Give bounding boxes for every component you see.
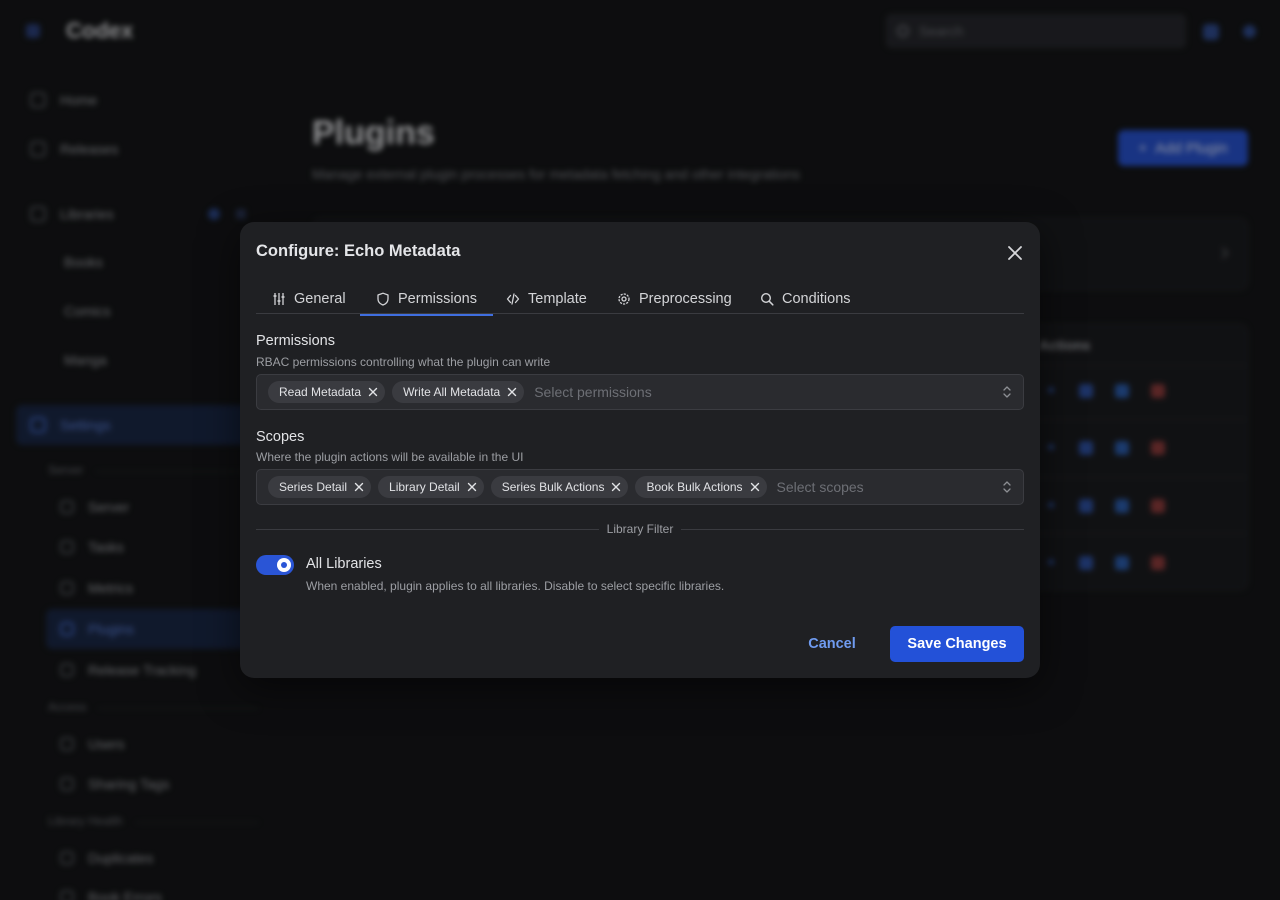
remove-pill-button[interactable] bbox=[610, 481, 622, 493]
scopes-search-input[interactable] bbox=[776, 479, 907, 495]
modal-title: Configure: Echo Metadata bbox=[256, 242, 461, 260]
tab-permissions[interactable]: Permissions bbox=[360, 284, 493, 316]
pill-label: Series Detail bbox=[279, 480, 348, 494]
pill-label: Write All Metadata bbox=[403, 385, 501, 399]
all-libraries-label: All Libraries bbox=[306, 556, 382, 572]
gear-icon bbox=[618, 293, 630, 305]
tab-general[interactable]: General bbox=[272, 284, 346, 314]
scope-pill: Library Detail bbox=[378, 476, 484, 498]
pill-label: Book Bulk Actions bbox=[646, 480, 743, 494]
remove-pill-button[interactable] bbox=[466, 481, 478, 493]
tab-conditions[interactable]: Conditions bbox=[760, 284, 851, 314]
chevron-up-down-icon bbox=[1003, 386, 1011, 398]
toggle-knob bbox=[277, 558, 291, 572]
permissions-description: RBAC permissions controlling what the pl… bbox=[256, 355, 551, 369]
chevron-up-down-icon bbox=[1003, 481, 1011, 493]
tab-label: General bbox=[294, 291, 346, 307]
save-changes-button[interactable]: Save Changes bbox=[890, 626, 1024, 662]
tab-label: Conditions bbox=[782, 291, 851, 307]
remove-pill-button[interactable] bbox=[749, 481, 761, 493]
permissions-search-input[interactable] bbox=[534, 384, 695, 400]
library-filter-divider: Library Filter bbox=[256, 522, 1024, 538]
all-libraries-description: When enabled, plugin applies to all libr… bbox=[306, 579, 725, 593]
permissions-label: Permissions bbox=[256, 333, 335, 349]
tab-label: Template bbox=[528, 291, 587, 307]
search-icon bbox=[760, 292, 774, 306]
close-icon bbox=[750, 482, 759, 492]
pill-label: Series Bulk Actions bbox=[501, 480, 605, 494]
scope-pill: Series Detail bbox=[268, 476, 372, 498]
close-icon bbox=[612, 482, 621, 492]
scopes-multiselect[interactable]: Series Detail Library Detail Series Bulk… bbox=[256, 469, 1024, 505]
permissions-multiselect[interactable]: Read Metadata Write All Metadata bbox=[256, 374, 1024, 410]
remove-pill-button[interactable] bbox=[367, 386, 379, 398]
modal-tabs: General Permissions Template Preprocessi… bbox=[256, 284, 1024, 316]
permission-pill: Write All Metadata bbox=[392, 381, 525, 403]
close-icon bbox=[467, 482, 476, 492]
pill-label: Library Detail bbox=[389, 480, 460, 494]
remove-pill-button[interactable] bbox=[506, 386, 518, 398]
scopes-label: Scopes bbox=[256, 429, 305, 445]
tab-label: Permissions bbox=[398, 291, 477, 307]
shield-icon bbox=[377, 292, 389, 306]
configure-plugin-modal: Configure: Echo Metadata General Permiss… bbox=[240, 222, 1040, 678]
close-icon bbox=[508, 387, 517, 397]
pill-label: Read Metadata bbox=[279, 385, 362, 399]
permission-pill: Read Metadata bbox=[268, 381, 386, 403]
divider-label: Library Filter bbox=[598, 522, 682, 536]
all-libraries-toggle[interactable] bbox=[256, 555, 294, 575]
tab-template[interactable]: Template bbox=[506, 284, 587, 314]
remove-pill-button[interactable] bbox=[353, 481, 365, 493]
tab-label: Preprocessing bbox=[639, 291, 732, 307]
tab-preprocessing[interactable]: Preprocessing bbox=[617, 284, 732, 314]
cancel-button[interactable]: Cancel bbox=[790, 626, 874, 662]
scopes-description: Where the plugin actions will be availab… bbox=[256, 450, 524, 464]
close-button[interactable] bbox=[1004, 242, 1026, 264]
scope-pill: Series Bulk Actions bbox=[490, 476, 629, 498]
close-icon bbox=[1008, 246, 1022, 260]
scope-pill: Book Bulk Actions bbox=[635, 476, 767, 498]
code-icon bbox=[506, 293, 520, 305]
close-icon bbox=[368, 387, 378, 397]
sliders-icon bbox=[273, 293, 285, 305]
close-icon bbox=[354, 482, 364, 492]
